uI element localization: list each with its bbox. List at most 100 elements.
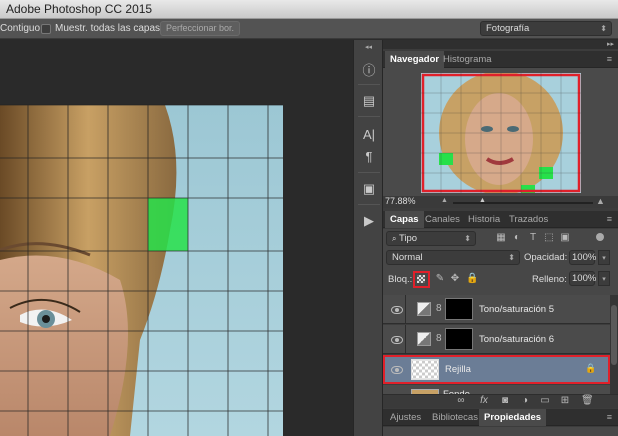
divider <box>405 295 406 324</box>
document-canvas[interactable] <box>0 40 353 436</box>
filter-type-icon[interactable]: T <box>527 232 539 243</box>
expand-arrows-icon[interactable]: ▸▸ <box>607 40 614 48</box>
filter-pixel-icon[interactable]: ▦ <box>495 232 507 243</box>
window-title: Adobe Photoshop CC 2015 <box>6 2 153 16</box>
panel-menu-icon[interactable]: ≡ <box>607 54 612 64</box>
options-bar: Contiguo Muestr. todas las capas Perfecc… <box>0 19 618 39</box>
blend-mode-value: Normal <box>392 252 423 263</box>
tab-properties[interactable]: Propiedades <box>479 409 547 426</box>
tab-navigator[interactable]: Navegador <box>385 51 445 68</box>
move-icon[interactable]: ✥ <box>449 273 461 284</box>
link-layers-icon[interactable]: ∞ <box>455 395 467 406</box>
layer-row[interactable]: 8 Tono/saturación 6 <box>383 325 610 354</box>
paragraph-styles-icon[interactable]: ▤ <box>359 92 379 110</box>
sample-all-layers-checkbox[interactable] <box>41 24 51 34</box>
layer-name: Tono/saturación 5 <box>479 304 554 315</box>
scrollbar-thumb[interactable] <box>611 305 617 365</box>
layer-thumbnail[interactable] <box>411 359 439 380</box>
opacity-dropdown-icon[interactable]: ▾ <box>598 250 610 265</box>
filter-adjustment-icon[interactable]: ◐ <box>511 232 523 243</box>
chevron-down-icon: ⬍ <box>508 253 515 262</box>
paragraph-icon[interactable]: ¶ <box>359 148 379 166</box>
layer-filter-value: Tipo <box>398 233 418 244</box>
layers-body: ⌕ Tipo ⬍ ▦ ◐ T ⬚ ▣ Normal ⬍ Opacidad: 10… <box>383 229 618 407</box>
fill-input[interactable]: 100% <box>569 271 597 286</box>
adjustment-layer-icon <box>417 332 431 346</box>
contiguous-label[interactable]: Contiguo <box>0 23 40 34</box>
zoom-slider-thumb[interactable]: ▲ <box>479 197 486 204</box>
fill-label: Relleno: <box>532 274 567 285</box>
filter-smart-object-icon[interactable]: ▣ <box>559 232 571 243</box>
navigator-thumbnail[interactable] <box>421 73 581 193</box>
fill-value: 100% <box>572 273 597 284</box>
new-group-icon[interactable]: ▭ <box>539 395 551 406</box>
link-icon[interactable]: 8 <box>436 333 442 344</box>
add-mask-icon[interactable]: ◙ <box>499 395 511 406</box>
navigator-zoom-bar: 77.88% ▲ ▲ ▲ <box>383 196 618 208</box>
tab-channels[interactable]: Canales <box>420 211 465 228</box>
tab-history[interactable]: Historia <box>463 211 505 228</box>
chevron-down-icon: ⬍ <box>464 234 471 243</box>
search-icon: ⌕ <box>392 234 397 243</box>
collapse-arrows-icon[interactable]: ◂◂ <box>365 43 372 51</box>
lock-transparent-pixels-button[interactable] <box>413 271 430 288</box>
eye-icon[interactable] <box>391 366 403 374</box>
link-icon[interactable]: 8 <box>436 303 442 314</box>
opacity-input[interactable]: 100% <box>569 250 597 265</box>
layer-mask-thumbnail[interactable] <box>445 328 473 350</box>
panel-menu-icon[interactable]: ≡ <box>607 214 612 224</box>
trash-icon[interactable]: 🗑 <box>581 395 594 406</box>
eye-icon[interactable] <box>391 306 403 314</box>
zoom-out-icon[interactable]: ▲ <box>441 197 448 204</box>
photoshop-window: Adobe Photoshop CC 2015 Contiguo Muestr.… <box>0 0 618 436</box>
chevron-down-icon: ⬍ <box>600 24 607 33</box>
tab-layers[interactable]: Capas <box>385 211 424 228</box>
zoom-value[interactable]: 77.88% <box>385 196 416 206</box>
refine-edge-button[interactable]: Perfeccionar bor. <box>160 21 240 36</box>
play-actions-icon[interactable]: ▶ <box>359 212 379 230</box>
tab-adjustments[interactable]: Ajustes <box>385 409 426 426</box>
divider <box>358 204 380 205</box>
title-bar: Adobe Photoshop CC 2015 <box>0 0 618 19</box>
properties-icon[interactable]: ▣ <box>359 180 379 198</box>
new-adjustment-icon[interactable]: ◑ <box>519 395 531 406</box>
panel-icon-strip: ◂◂ ⓘ ▤ A| ¶ ▣ ▶ <box>353 40 383 436</box>
filter-toggle-icon[interactable] <box>596 233 604 241</box>
bottom-tabs: Ajustes Bibliotecas Propiedades ≡ <box>383 409 618 426</box>
fill-dropdown-icon[interactable]: ▾ <box>598 271 610 286</box>
blend-mode-select[interactable]: Normal ⬍ <box>386 250 520 265</box>
lock-icon[interactable]: 🔒 <box>466 273 478 284</box>
tab-histogram[interactable]: Histograma <box>438 51 497 68</box>
zoom-slider-track[interactable] <box>453 202 593 204</box>
lock-label: Bloq.: <box>388 274 413 285</box>
eye-icon[interactable] <box>391 336 403 344</box>
navigator-tabs: Navegador Histograma ≡ <box>383 51 618 68</box>
divider <box>358 84 380 85</box>
sample-all-layers-label[interactable]: Muestr. todas las capas <box>55 23 160 34</box>
info-icon[interactable]: ⓘ <box>359 62 379 80</box>
zoom-in-icon[interactable]: ▲ <box>596 196 605 206</box>
filter-shape-icon[interactable]: ⬚ <box>543 232 555 243</box>
lock-icon: 🔒 <box>585 363 597 373</box>
workspace-select[interactable]: Fotografía ⬍ <box>480 21 612 36</box>
panel-topbar: ▸▸ <box>383 40 618 49</box>
layer-row[interactable]: 8 Tono/saturación 5 <box>383 295 610 324</box>
layers-scrollbar[interactable] <box>610 295 618 407</box>
layer-list: 8 Tono/saturación 5 8 Tono/saturación 6 … <box>383 295 618 407</box>
tab-libraries[interactable]: Bibliotecas <box>427 409 483 426</box>
fx-icon[interactable]: fx <box>478 395 490 406</box>
layer-filter-select[interactable]: ⌕ Tipo ⬍ <box>386 231 476 246</box>
panel-menu-icon[interactable]: ≡ <box>607 412 612 422</box>
new-layer-icon[interactable]: ⊞ <box>559 395 571 406</box>
tab-paths[interactable]: Trazados <box>504 211 553 228</box>
divider <box>358 116 380 117</box>
right-panels: ▸▸ Navegador Histograma ≡ 77.88% ▲ ▲ ▲ C… <box>383 40 618 436</box>
character-icon[interactable]: A| <box>359 126 379 144</box>
brush-icon[interactable]: ✎ <box>434 273 446 284</box>
opacity-value: 100% <box>572 252 597 263</box>
layer-row-selected[interactable]: Rejilla 🔒 <box>383 355 610 384</box>
checker-icon <box>417 275 425 283</box>
layer-name: Tono/saturación 6 <box>479 334 554 345</box>
navigator-body <box>383 68 618 200</box>
layer-mask-thumbnail[interactable] <box>445 298 473 320</box>
